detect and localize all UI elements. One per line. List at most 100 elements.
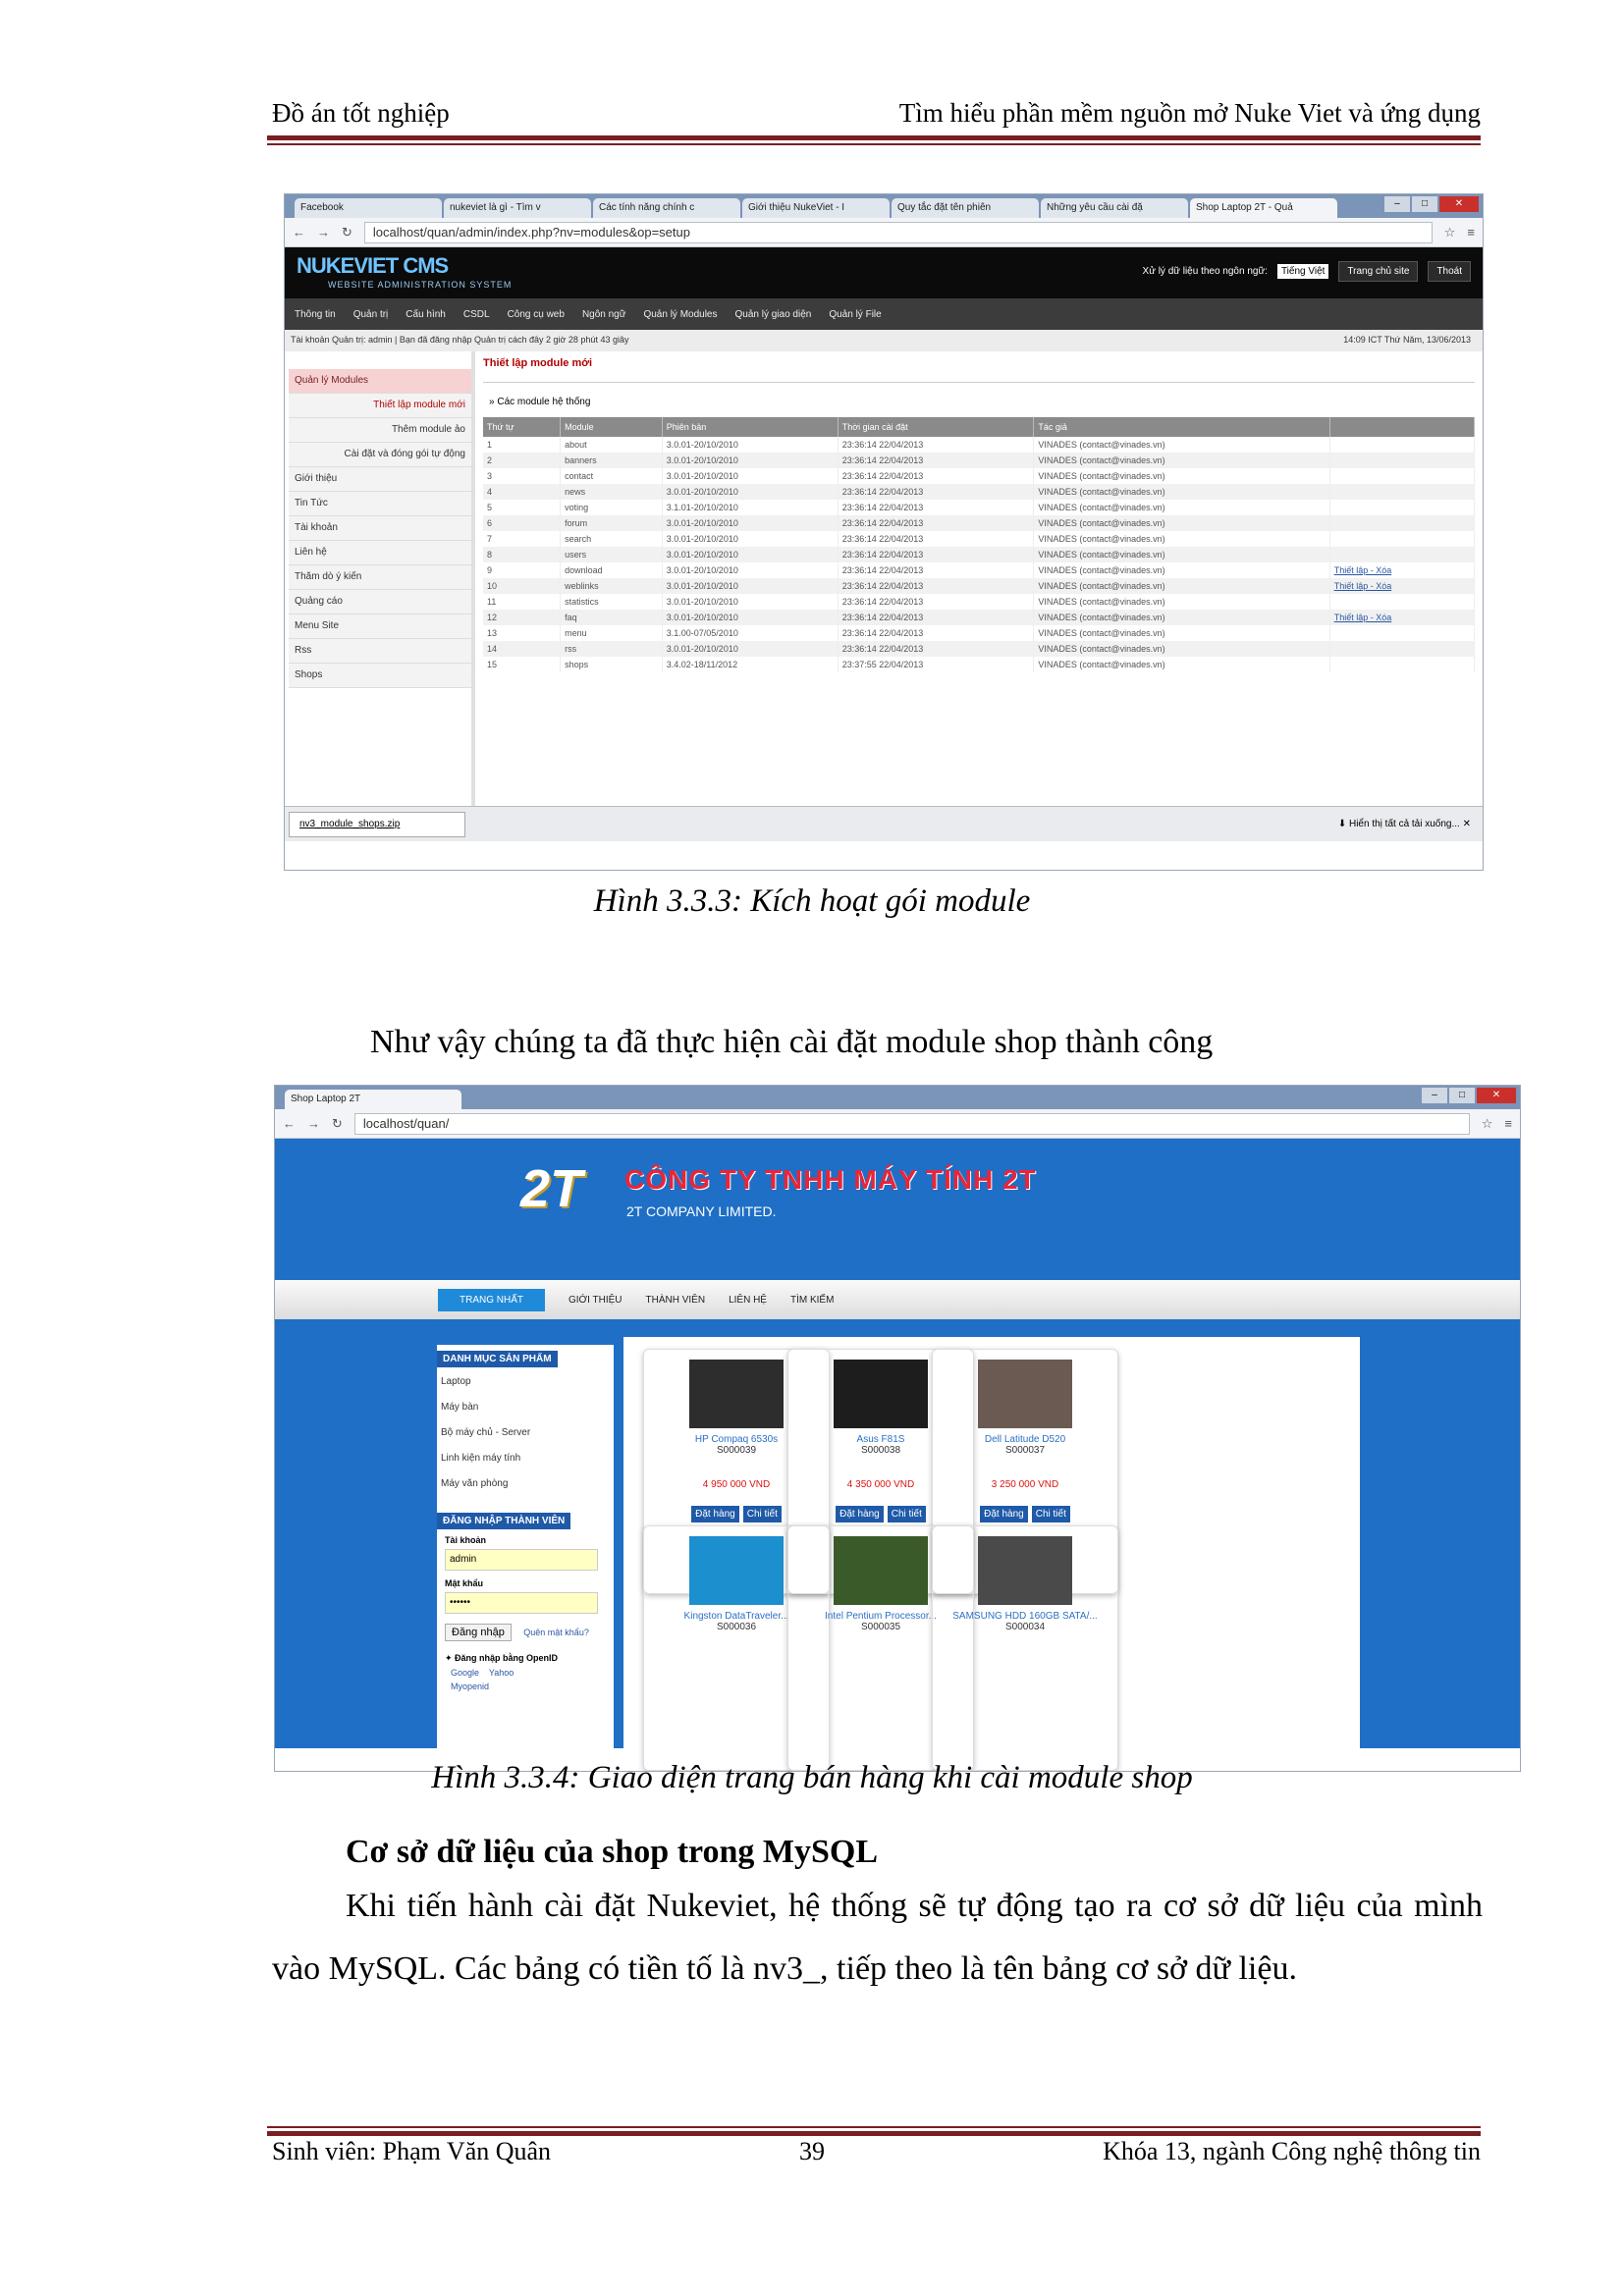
sidebar-item[interactable]: Shops [289, 664, 471, 688]
product-name[interactable]: Dell Latitude D520 [933, 1434, 1117, 1445]
back-icon[interactable]: ← [293, 225, 305, 240]
nav-item[interactable]: THÀNH VIÊN [646, 1295, 706, 1306]
sidebar-item[interactable]: Menu Site [289, 614, 471, 639]
row-actions [1329, 625, 1476, 641]
category-item[interactable]: Linh kiện máy tính [437, 1448, 614, 1473]
minimize-icon[interactable]: – [1422, 1088, 1447, 1103]
show-all-downloads[interactable]: ⬇ Hiển thị tất cả tải xuống... ✕ [1338, 819, 1471, 829]
order-button[interactable]: Đặt hàng [980, 1506, 1028, 1522]
sidebar-item[interactable]: Quảng cáo [289, 590, 471, 614]
detail-button[interactable]: Chi tiết [742, 1506, 782, 1522]
url-input[interactable]: localhost/quan/ [353, 1112, 1470, 1135]
table-cell: VINADES (contact@vinades.vn) [1033, 562, 1330, 578]
logout-button[interactable]: Thoát [1428, 261, 1471, 282]
menu-icon[interactable]: ≡ [1467, 225, 1475, 240]
browser-tab[interactable]: nukeviet là gì - Tìm v [444, 198, 591, 218]
table-row: 8 users 3.0.01-20/10/2010 23:36:14 22/04/20… [483, 547, 1476, 562]
reload-icon[interactable]: ↻ [342, 225, 352, 240]
login-button[interactable]: Đăng nhập [445, 1624, 512, 1641]
star-icon[interactable]: ☆ [1444, 225, 1456, 240]
category-item[interactable]: Laptop [437, 1371, 614, 1397]
close-icon[interactable]: ✕ [1477, 1088, 1516, 1103]
product-image[interactable] [978, 1360, 1072, 1428]
sidebar-item[interactable]: Cài đặt và đóng gói tự động [289, 443, 471, 467]
openid-yahoo[interactable]: Yahoo [489, 1668, 514, 1678]
browser-tab[interactable]: Facebook [295, 198, 442, 218]
menu-item[interactable]: Thông tin [295, 309, 336, 320]
sidebar-item[interactable]: Tài khoản [289, 516, 471, 541]
download-file[interactable]: nv3_module_shops.zip [289, 812, 465, 837]
sidebar-item[interactable]: Quản lý Modules [289, 369, 471, 394]
table-cell: download [560, 562, 663, 578]
product-grid: HP Compaq 6530s S000039 4 950 000 VND Đặt h… [623, 1337, 1360, 1771]
category-item[interactable]: Máy văn phòng [437, 1473, 614, 1499]
product-card[interactable]: SAMSUNG HDD 160GB SATA/... S000034 [932, 1525, 1118, 1771]
product-image[interactable] [978, 1536, 1072, 1605]
company-name: CÔNG TY TNHH MÁY TÍNH 2T [624, 1164, 1037, 1195]
username-input[interactable]: admin [445, 1549, 598, 1571]
detail-button[interactable]: Chi tiết [887, 1506, 926, 1522]
minimize-icon[interactable]: – [1384, 196, 1410, 212]
nav-item[interactable]: LIÊN HỆ [729, 1295, 767, 1306]
password-input[interactable]: •••••• [445, 1592, 598, 1614]
language-select[interactable]: Tiếng Việt [1276, 264, 1329, 279]
url-input[interactable]: localhost/quan/admin/index.php?nv=module… [363, 221, 1433, 243]
product-image[interactable] [834, 1536, 928, 1605]
address-bar: ← → ↻ localhost/quan/ ☆ ≡ [275, 1109, 1520, 1139]
browser-tab[interactable]: Các tính năng chính c [593, 198, 740, 218]
section-title-text: Các module hệ thống [497, 397, 591, 407]
sidebar-item[interactable]: Rss [289, 639, 471, 664]
openid-myopenid[interactable]: Myopenid [437, 1680, 614, 1693]
menu-item[interactable]: Cấu hình [406, 309, 446, 320]
menu-item[interactable]: Công cụ web [508, 309, 565, 320]
menu-item[interactable]: Quản lý File [829, 309, 881, 320]
detail-button[interactable]: Chi tiết [1031, 1506, 1070, 1522]
sidebar-item[interactable]: Thiết lập module mới [289, 394, 471, 418]
browser-tab-active[interactable]: Shop Laptop 2T - Quả [1190, 198, 1337, 218]
table-cell: 6 [483, 515, 562, 531]
back-icon[interactable]: ← [283, 1116, 296, 1131]
row-actions[interactable]: Thiết lập - Xóa [1329, 610, 1476, 625]
nav-item[interactable]: GIỚI THIỆU [568, 1295, 623, 1306]
product-image[interactable] [689, 1536, 784, 1605]
browser-tab[interactable]: Những yêu cầu cài đặ [1041, 198, 1188, 218]
browser-tab[interactable]: Giới thiệu NukeViet - I [742, 198, 890, 218]
table-cell: VINADES (contact@vinades.vn) [1033, 657, 1330, 672]
menu-item[interactable]: Ngôn ngữ [582, 309, 626, 320]
star-icon[interactable]: ☆ [1482, 1116, 1493, 1132]
forgot-password-link[interactable]: Quên mật khẩu? [523, 1628, 589, 1637]
product-image[interactable] [834, 1360, 928, 1428]
table-cell: VINADES (contact@vinades.vn) [1033, 547, 1330, 562]
product-image[interactable] [689, 1360, 784, 1428]
menu-item[interactable]: Quản lý giao diện [735, 309, 812, 320]
browser-tab[interactable]: Quy tắc đặt tên phiên [892, 198, 1039, 218]
sidebar-item[interactable]: Thêm module ảo [289, 418, 471, 443]
sidebar-item[interactable]: Tin Tức [289, 492, 471, 516]
menu-item[interactable]: CSDL [463, 309, 490, 320]
reload-icon[interactable]: ↻ [332, 1116, 343, 1132]
menu-item[interactable]: Quản lý Modules [643, 309, 717, 320]
browser-tab-active[interactable]: Shop Laptop 2T [285, 1090, 461, 1109]
order-button[interactable]: Đặt hàng [836, 1506, 884, 1522]
nav-item-active[interactable]: TRANG NHẤT [438, 1288, 545, 1311]
category-item[interactable]: Bộ máy chủ - Server [437, 1422, 614, 1448]
nav-item[interactable]: TÌM KIẾM [790, 1295, 834, 1306]
row-actions[interactable]: Thiết lập - Xóa [1329, 562, 1476, 578]
category-item[interactable]: Máy bàn [437, 1397, 614, 1422]
order-button[interactable]: Đặt hàng [691, 1506, 739, 1522]
menu-icon[interactable]: ≡ [1504, 1116, 1512, 1131]
close-icon[interactable]: ✕ [1439, 196, 1479, 212]
menu-item[interactable]: Quản trị [353, 309, 389, 320]
sidebar-item[interactable]: Liên hệ [289, 541, 471, 565]
sidebar-item[interactable]: Giới thiệu [289, 467, 471, 492]
forward-icon[interactable]: → [317, 225, 330, 240]
table-cell: faq [560, 610, 663, 625]
product-name[interactable]: SAMSUNG HDD 160GB SATA/... [933, 1611, 1117, 1622]
site-home-button[interactable]: Trang chủ site [1338, 261, 1419, 282]
openid-google[interactable]: Google [451, 1668, 479, 1678]
maximize-icon[interactable]: □ [1449, 1088, 1475, 1103]
sidebar-item[interactable]: Thăm dò ý kiến [289, 565, 471, 590]
forward-icon[interactable]: → [307, 1116, 320, 1131]
maximize-icon[interactable]: □ [1412, 196, 1437, 212]
row-actions[interactable]: Thiết lập - Xóa [1329, 578, 1476, 594]
